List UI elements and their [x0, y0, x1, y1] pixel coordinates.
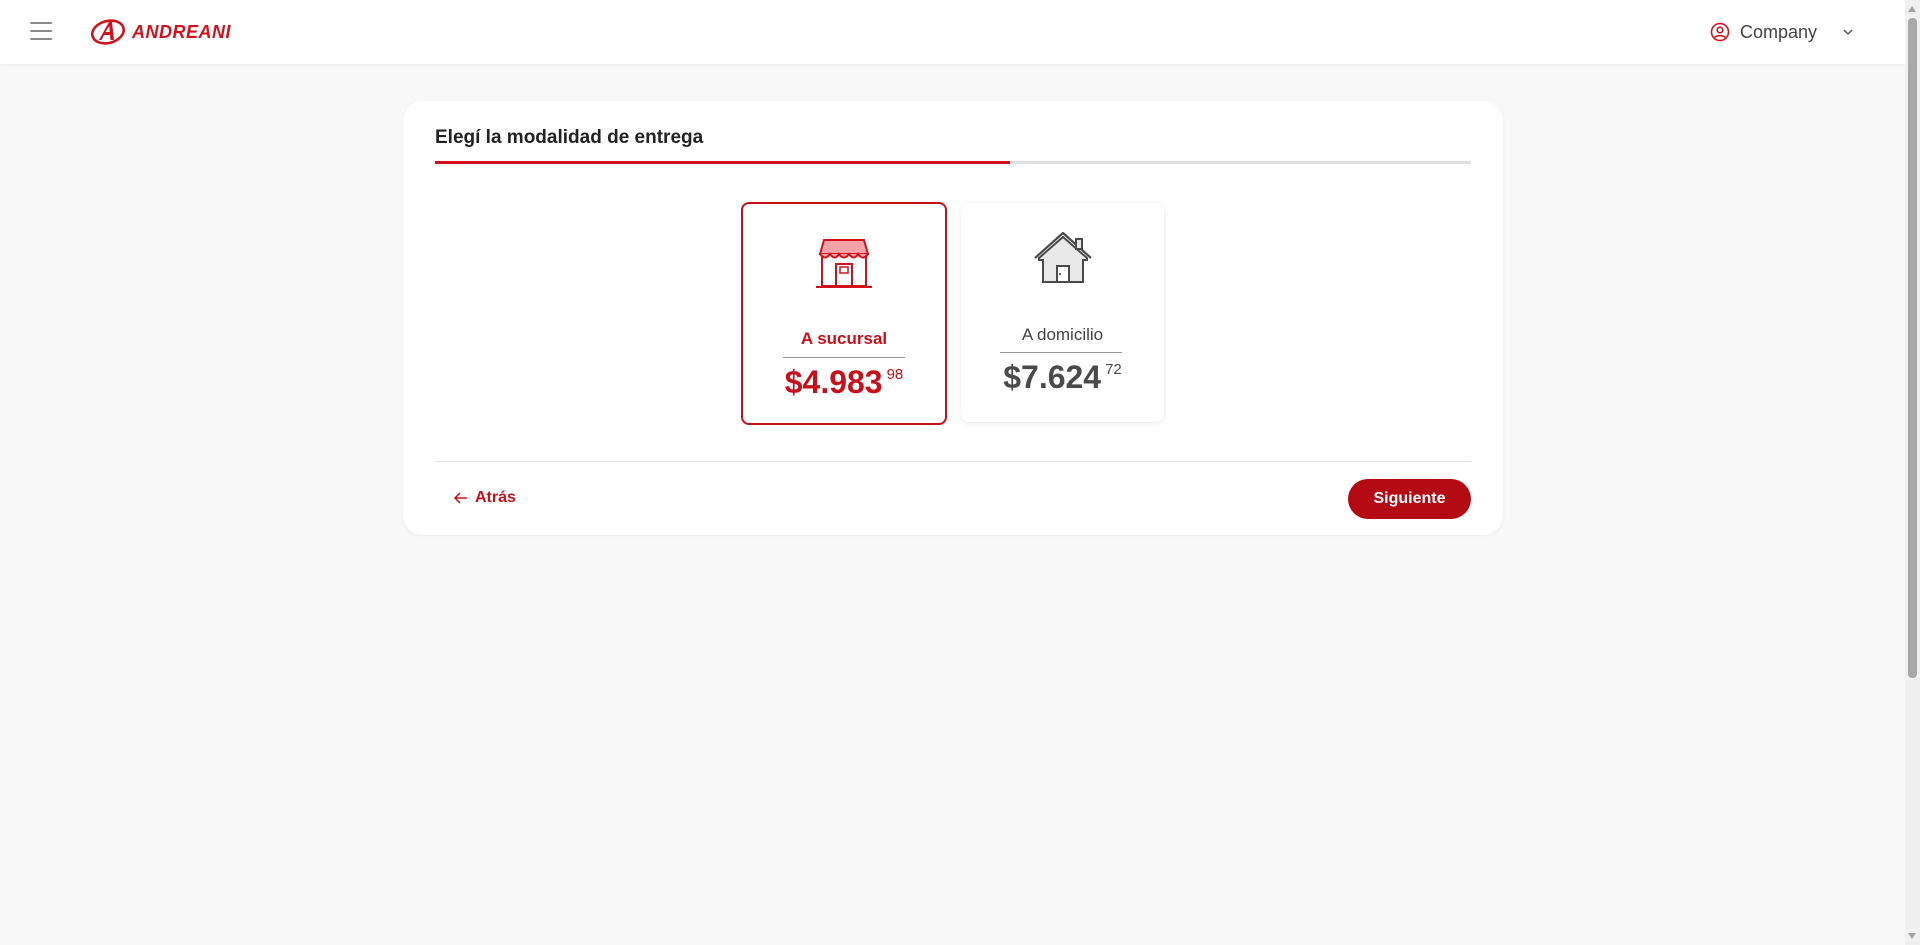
- option-label: A sucursal: [800, 329, 888, 348]
- option-price: $4.983 98: [743, 364, 945, 401]
- arrow-left-icon: [453, 492, 467, 504]
- page-title: Elegí la modalidad de entrega: [435, 127, 704, 148]
- price-cents: 98: [886, 366, 904, 383]
- brand-name: ANDREANI: [132, 21, 232, 42]
- top-navigation-bar: ANDREANI Company: [0, 0, 1905, 64]
- option-a-sucursal[interactable]: A sucursal $4.983 98: [741, 202, 947, 425]
- account-menu[interactable]: Company: [1710, 18, 1855, 46]
- price-cents: 72: [1105, 361, 1122, 378]
- store-icon: [816, 239, 872, 288]
- vertical-scrollbar[interactable]: [1905, 0, 1920, 945]
- price-main: $4.983: [784, 364, 883, 400]
- option-divider: [1000, 352, 1122, 353]
- progress-bar: [435, 161, 1471, 164]
- scroll-down-arrow[interactable]: [1908, 933, 1916, 939]
- option-divider: [783, 357, 905, 358]
- andreani-logo-icon: [90, 19, 126, 45]
- footer-divider: [435, 461, 1471, 462]
- menu-icon[interactable]: [30, 22, 52, 40]
- user-circle-icon: [1710, 22, 1730, 42]
- option-label: A domicilio: [1021, 325, 1104, 344]
- back-label: Atrás: [475, 489, 516, 506]
- next-button[interactable]: Siguiente: [1348, 479, 1471, 519]
- option-a-domicilio[interactable]: A domicilio $7.624 72: [961, 203, 1164, 422]
- delivery-mode-card: Elegí la modalidad de entrega A sucursal…: [403, 101, 1503, 535]
- progress-bar-fill: [435, 161, 1010, 164]
- house-icon: [1033, 231, 1092, 283]
- price-main: $7.624: [1003, 359, 1102, 395]
- account-name: Company: [1739, 21, 1817, 42]
- scroll-thumb[interactable]: [1908, 18, 1917, 678]
- brand-logo[interactable]: ANDREANI: [90, 16, 231, 48]
- option-price: $7.624 72: [961, 359, 1164, 396]
- scroll-up-arrow[interactable]: [1908, 6, 1916, 12]
- back-button[interactable]: Atrás: [453, 489, 516, 507]
- chevron-down-icon[interactable]: [1841, 25, 1855, 39]
